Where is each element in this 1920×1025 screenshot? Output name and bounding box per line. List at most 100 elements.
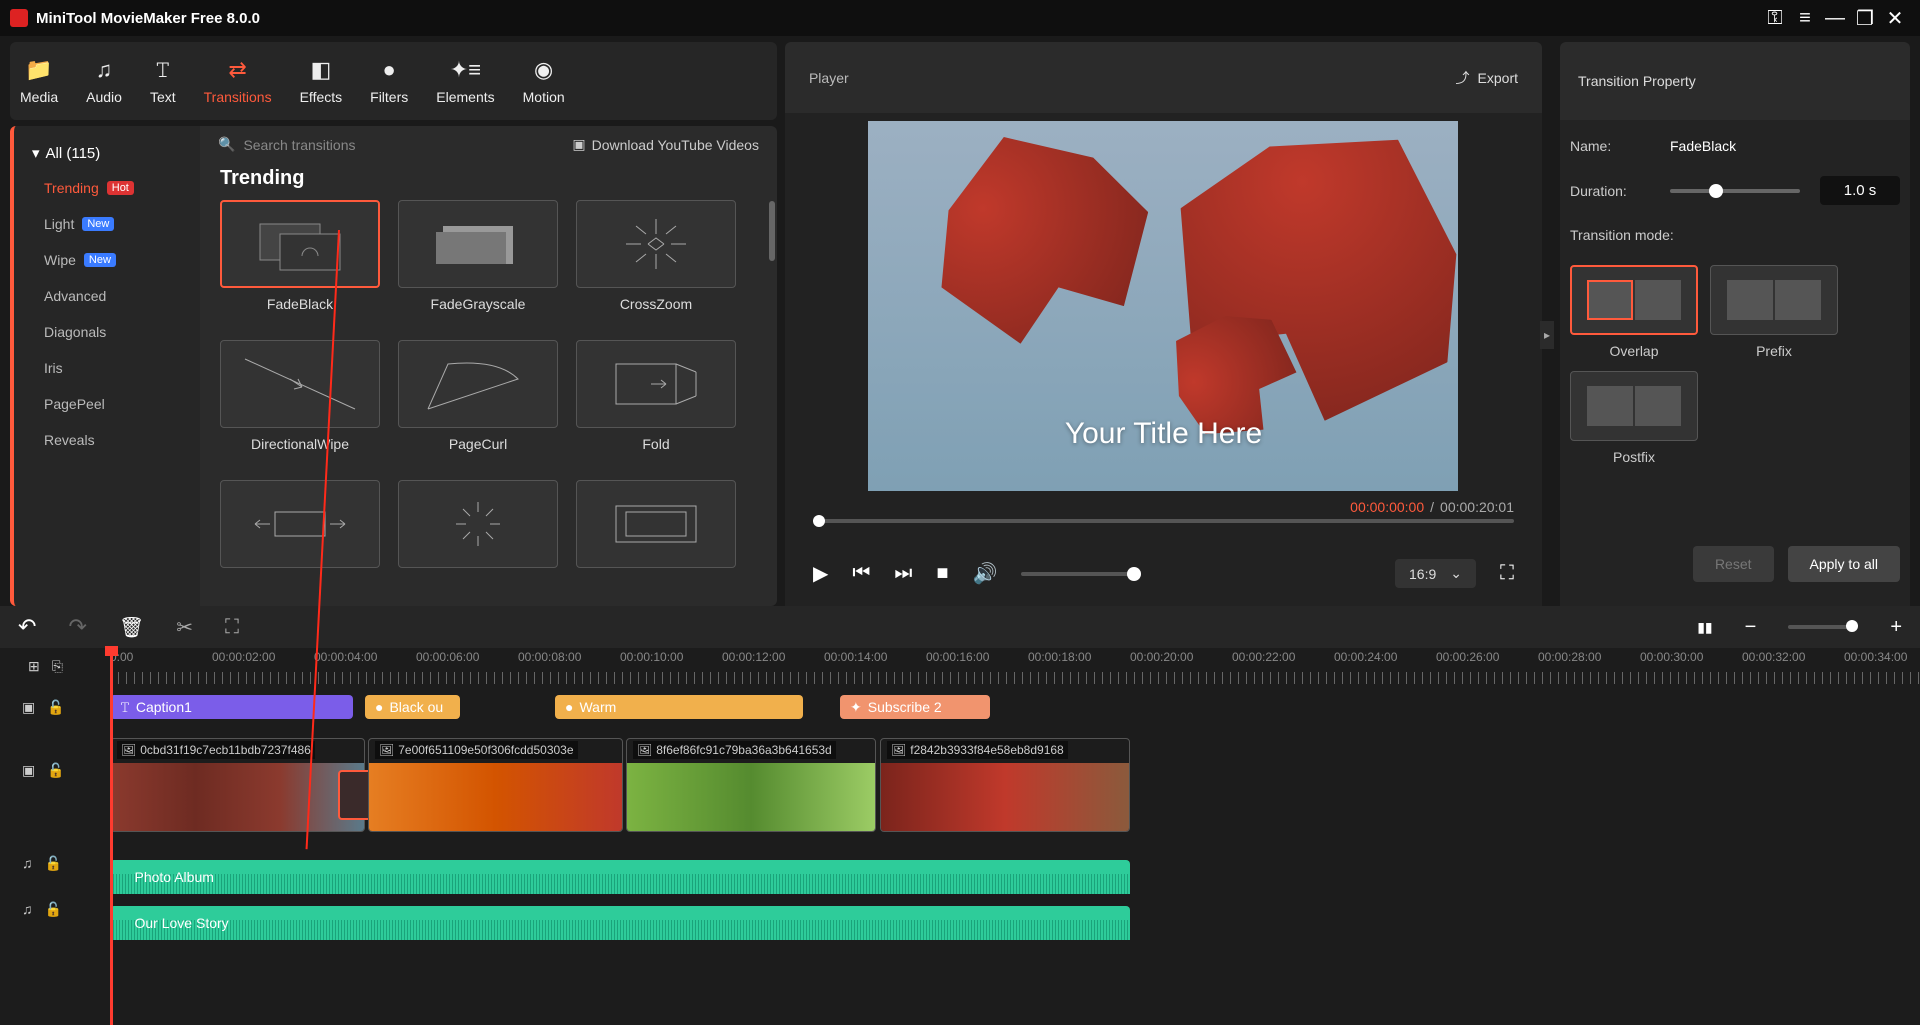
- mode-postfix[interactable]: Postfix: [1570, 371, 1698, 465]
- stop-button[interactable]: ■: [936, 562, 948, 585]
- mode-overlap[interactable]: Overlap: [1570, 265, 1698, 359]
- duration-value[interactable]: 1.0 s: [1820, 176, 1900, 205]
- video-clip[interactable]: 🖼8f6ef86fc91c79ba36a3b641653d: [626, 738, 876, 832]
- name-label: Name:: [1570, 138, 1650, 154]
- mode-prefix[interactable]: Prefix: [1710, 265, 1838, 359]
- tab-elements[interactable]: ✦≡Elements: [436, 57, 494, 105]
- zoom-in-button[interactable]: +: [1890, 616, 1902, 639]
- minimize-button[interactable]: —: [1820, 7, 1850, 30]
- audio-clip[interactable]: ♫Photo Album: [110, 860, 1130, 894]
- video-clip[interactable]: 🖼f2842b3933f84e58eb8d9168: [880, 738, 1130, 832]
- crop-button[interactable]: ⛶: [225, 616, 239, 639]
- transition-item[interactable]: Fold: [576, 340, 736, 452]
- category-light[interactable]: LightNew: [14, 206, 200, 242]
- lock-icon[interactable]: 🔓: [45, 855, 62, 872]
- playhead-dot[interactable]: [813, 515, 825, 527]
- tab-filters[interactable]: ●Filters: [370, 57, 408, 105]
- transition-item[interactable]: FadeBlack: [220, 200, 380, 312]
- clip-blackout[interactable]: ●Black ou: [365, 695, 460, 719]
- zoom-out-button[interactable]: −: [1745, 616, 1757, 639]
- volume-slider[interactable]: [1021, 572, 1141, 576]
- cut-button[interactable]: ✂: [176, 615, 193, 640]
- play-button[interactable]: ▶: [813, 561, 828, 586]
- redo-button[interactable]: ↷: [68, 614, 86, 640]
- reset-button[interactable]: Reset: [1693, 546, 1774, 582]
- transition-item[interactable]: [576, 480, 736, 568]
- collapse-handle[interactable]: ▸: [1540, 321, 1554, 349]
- volume-icon[interactable]: 🔊: [972, 561, 997, 586]
- category-list: ▾All (115) TrendingHot LightNew WipeNew …: [10, 126, 200, 606]
- category-pagepeel[interactable]: PagePeel: [14, 386, 200, 422]
- category-iris[interactable]: Iris: [14, 350, 200, 386]
- zoom-slider[interactable]: [1788, 625, 1858, 629]
- hot-badge: Hot: [107, 181, 134, 195]
- timeline-toolbar: ↶ ↷ 🗑 ✂ ⛶ ▮▮ − +: [0, 606, 1920, 648]
- lock-icon[interactable]: 🔓: [45, 901, 62, 918]
- category-trending[interactable]: TrendingHot: [14, 170, 200, 206]
- prev-button[interactable]: ⏮: [852, 562, 870, 585]
- transition-item[interactable]: [220, 480, 380, 568]
- category-advanced[interactable]: Advanced: [14, 278, 200, 314]
- audio-track-2[interactable]: ♫Our Love Story: [110, 900, 1920, 946]
- app-title: MiniTool MovieMaker Free 8.0.0: [36, 10, 1760, 27]
- category-wipe[interactable]: WipeNew: [14, 242, 200, 278]
- key-icon[interactable]: ⚿: [1760, 7, 1790, 30]
- transition-item[interactable]: DirectionalWipe: [220, 340, 380, 452]
- video-track[interactable]: 🖼0cbd31f19c7ecb11bdb7237f486 🖼7e00f65110…: [110, 730, 1920, 840]
- fadeblack-thumb: [220, 200, 380, 288]
- tab-motion[interactable]: ◉Motion: [523, 57, 565, 105]
- audio-clip[interactable]: ♫Our Love Story: [110, 906, 1130, 940]
- tab-audio[interactable]: ♫Audio: [86, 57, 122, 105]
- duplicate-track-button[interactable]: ⎘: [52, 658, 63, 675]
- tab-effects[interactable]: ◧Effects: [300, 57, 343, 105]
- clip-caption[interactable]: 𝚃Caption1: [110, 695, 353, 719]
- apply-button[interactable]: Apply to all: [1788, 546, 1900, 582]
- tab-transitions[interactable]: ⇄Transitions: [204, 57, 272, 105]
- text-track[interactable]: 𝚃Caption1 ●Black ou ●Warm ✦Subscribe 2: [110, 684, 1920, 730]
- snap-button[interactable]: ▮▮: [1697, 619, 1712, 636]
- search-input[interactable]: 🔍Search transitions: [218, 136, 356, 153]
- clip-warm[interactable]: ●Warm: [555, 695, 803, 719]
- name-value: FadeBlack: [1670, 138, 1736, 154]
- transition-item[interactable]: CrossZoom: [576, 200, 736, 312]
- delete-button[interactable]: 🗑: [119, 615, 144, 640]
- text-track-icon: ▣: [22, 699, 35, 716]
- new-badge: New: [84, 253, 116, 267]
- fadegrayscale-thumb: [398, 200, 558, 288]
- next-button[interactable]: ⏭: [894, 562, 912, 585]
- category-diagonals[interactable]: Diagonals: [14, 314, 200, 350]
- add-track-button[interactable]: ⊞: [28, 658, 40, 675]
- aspect-dropdown[interactable]: 16:9⌄: [1395, 559, 1476, 588]
- fullscreen-button[interactable]: ⛶: [1500, 562, 1514, 585]
- duration-slider[interactable]: [1670, 189, 1800, 193]
- maximize-button[interactable]: ❐: [1850, 6, 1880, 31]
- audio-track-1[interactable]: ♫Photo Album: [110, 854, 1920, 900]
- download-youtube-link[interactable]: ▣Download YouTube Videos: [572, 136, 759, 153]
- scrollbar[interactable]: [769, 201, 775, 261]
- timeline-ruler[interactable]: 0:0000:00:02:0000:00:04:0000:00:06:0000:…: [110, 648, 1920, 684]
- leaf-decoration: [901, 99, 1176, 362]
- category-header[interactable]: ▾All (115): [14, 136, 200, 170]
- tab-text[interactable]: 𝚃Text: [150, 57, 176, 105]
- video-clip[interactable]: 🖼7e00f651109e50f306fcdd50303e: [368, 738, 623, 832]
- playhead[interactable]: [110, 648, 113, 1025]
- transition-item[interactable]: FadeGrayscale: [398, 200, 558, 312]
- text-icon: 𝚃: [155, 57, 171, 83]
- transition-item[interactable]: [398, 480, 558, 568]
- close-button[interactable]: ✕: [1880, 6, 1910, 31]
- export-button[interactable]: ⤴Export: [1456, 68, 1518, 88]
- category-reveals[interactable]: Reveals: [14, 422, 200, 458]
- menu-icon[interactable]: ≡: [1790, 7, 1820, 30]
- video-clip[interactable]: 🖼0cbd31f19c7ecb11bdb7237f486: [110, 738, 365, 832]
- time-current: 00:00:00:00: [1350, 499, 1424, 515]
- player-header: Player ⤴Export: [785, 42, 1542, 113]
- undo-button[interactable]: ↶: [18, 614, 36, 640]
- title-bar: MiniTool MovieMaker Free 8.0.0 ⚿ ≡ — ❐ ✕: [0, 0, 1920, 36]
- lock-icon[interactable]: 🔓: [47, 699, 64, 716]
- clip-subscribe[interactable]: ✦Subscribe 2: [840, 695, 990, 719]
- transition-item[interactable]: PageCurl: [398, 340, 558, 452]
- progress-bar[interactable]: [813, 519, 1514, 523]
- tab-media[interactable]: 📁Media: [20, 57, 58, 105]
- lock-icon[interactable]: 🔓: [47, 762, 64, 779]
- property-header: Transition Property: [1560, 42, 1910, 120]
